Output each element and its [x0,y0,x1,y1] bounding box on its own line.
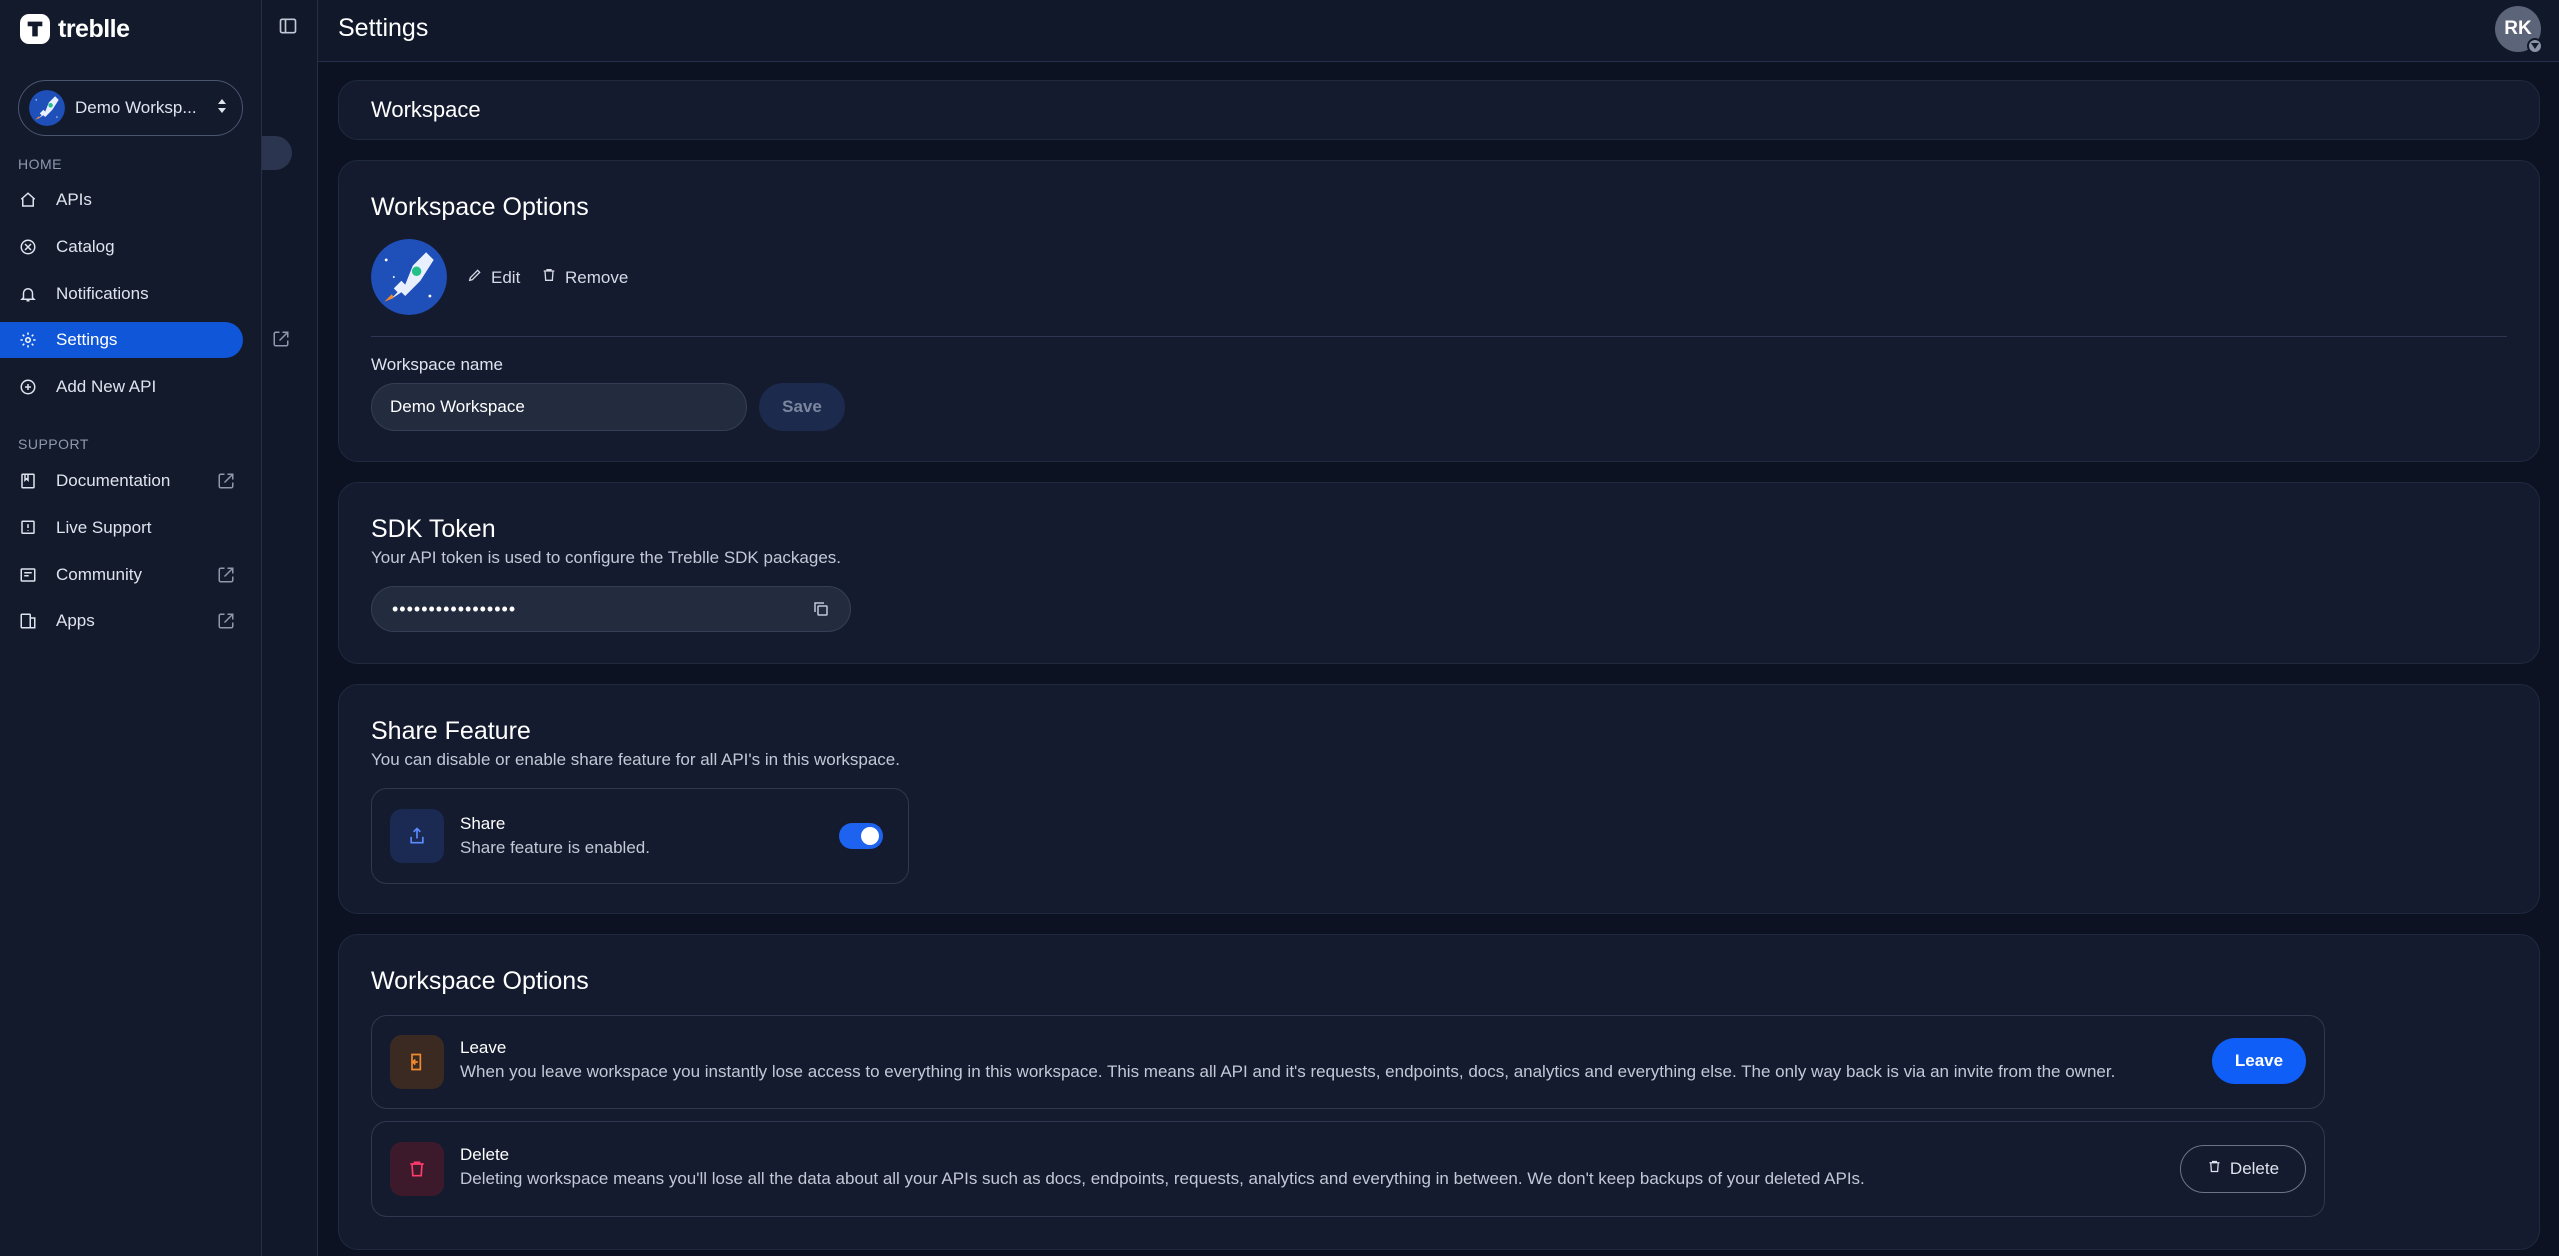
sidebar-item-label: Settings [56,330,118,349]
brand-logo[interactable]: treblle [20,14,130,44]
sdk-token-title: SDK Token [371,515,496,543]
sidebar-item-label: Notifications [56,284,149,303]
delete-button-label: Delete [2229,1159,2280,1178]
chevron-updown-icon [216,97,228,120]
page-title: Settings [338,14,429,42]
share-feature-card: Share Feature You can disable or enable … [338,684,2540,914]
delete-description: Deleting workspace means you'll lose all… [460,1169,1865,1188]
bell-icon [18,284,38,304]
sidebar-item-add-new-api[interactable]: Add New API [0,369,243,405]
trash-icon [541,267,557,288]
leave-button[interactable]: Leave [2212,1038,2306,1084]
sidebar-toggle-icon[interactable] [278,16,298,41]
plus-circle-icon [18,377,38,397]
brand-name: treblle [58,14,130,43]
remove-label: Remove [565,267,629,287]
gear-icon [18,330,38,350]
workspace-card: Workspace [338,80,2540,140]
external-link-icon [217,566,235,589]
sdk-token-card: SDK Token Your API token is used to conf… [338,482,2540,664]
sdk-token-value: ••••••••••••••••• [392,598,517,619]
delete-button[interactable]: Delete [2180,1145,2306,1193]
workspace-avatar [371,239,447,315]
sidebar-item-apis[interactable]: APIs [0,182,243,218]
leave-icon [390,1035,444,1089]
workspace-danger-card: Workspace Options Leave When you leave w… [338,934,2540,1250]
leave-option: Leave When you leave workspace you insta… [371,1015,2325,1109]
share-feature-title: Share Feature [371,717,531,745]
share-option-description: Share feature is enabled. [460,838,650,857]
user-initials: RK [2504,18,2532,39]
share-feature-description: You can disable or enable share feature … [371,750,900,769]
workspace-selector[interactable]: Demo Worksp... [18,80,243,136]
chat-icon [18,518,38,538]
share-option-title: Share [460,814,506,833]
chevron-down-icon [2527,38,2543,54]
top-bar: Settings RK [318,0,2559,62]
workspace-options-card: Workspace Options Edit Remove Workspace … [338,160,2540,462]
home-icon [18,190,38,210]
section-label-support: SUPPORT [18,436,89,452]
community-icon [18,565,38,585]
external-link-icon [217,472,235,495]
toggle-knob [861,827,879,845]
save-button[interactable]: Save [759,383,845,431]
workspace-name-label: Workspace name [371,355,503,374]
leave-description: When you leave workspace you instantly l… [460,1062,2116,1081]
section-label-home: HOME [18,156,62,172]
sidebar-item-live-support[interactable]: Live Support [0,510,243,546]
sidebar-item-catalog[interactable]: Catalog [0,229,243,265]
treblle-logo-icon [20,14,50,44]
pencil-icon [467,267,483,288]
catalog-icon [18,237,38,257]
app-root: treblle Demo Worksp... HOME APIs Catalog… [0,0,2559,1256]
sidebar-item-label: Community [56,565,142,584]
copy-icon[interactable] [812,600,830,618]
workspace-avatar [29,90,65,126]
book-icon [18,471,38,491]
workspace-selector-label: Demo Worksp... [75,98,197,117]
remove-button[interactable]: Remove [541,267,628,288]
share-toggle[interactable] [839,823,883,849]
sidebar-item-community[interactable]: Community [0,557,243,593]
share-option: Share Share feature is enabled. [371,788,909,884]
workspace-danger-title: Workspace Options [371,967,589,995]
delete-option: Delete Deleting workspace means you'll l… [371,1121,2325,1217]
sidebar-item-label: Apps [56,611,95,630]
delete-title: Delete [460,1145,510,1164]
sdk-token-description: Your API token is used to configure the … [371,548,841,567]
sidebar-item-label: Live Support [56,518,152,537]
workspace-card-title: Workspace [371,97,481,122]
sidebar: treblle Demo Worksp... HOME APIs Catalog… [0,0,262,1256]
edit-label: Edit [491,267,521,287]
workspace-options-title: Workspace Options [371,193,589,221]
trash-icon [2207,1159,2222,1179]
leave-title: Leave [460,1038,507,1057]
user-avatar[interactable]: RK [2495,6,2543,54]
delete-icon [390,1142,444,1196]
sidebar-item-label: Add New API [56,377,157,396]
sidebar-item-settings[interactable]: Settings [0,322,243,358]
secondary-panel [232,0,318,1256]
sdk-token-field[interactable]: ••••••••••••••••• [371,586,851,632]
apps-icon [18,611,38,631]
workspace-name-input[interactable] [371,383,747,431]
share-icon [390,809,444,863]
divider [371,336,2507,337]
sidebar-item-label: APIs [56,190,92,209]
sidebar-item-apps[interactable]: Apps [0,603,243,639]
sidebar-item-documentation[interactable]: Documentation [0,463,243,499]
sidebar-item-label: Documentation [56,471,171,490]
edit-button[interactable]: Edit [467,267,520,288]
sidebar-item-label: Catalog [56,237,115,256]
external-link-icon[interactable] [272,330,290,353]
external-link-icon [217,612,235,635]
sidebar-item-notifications[interactable]: Notifications [0,276,243,312]
